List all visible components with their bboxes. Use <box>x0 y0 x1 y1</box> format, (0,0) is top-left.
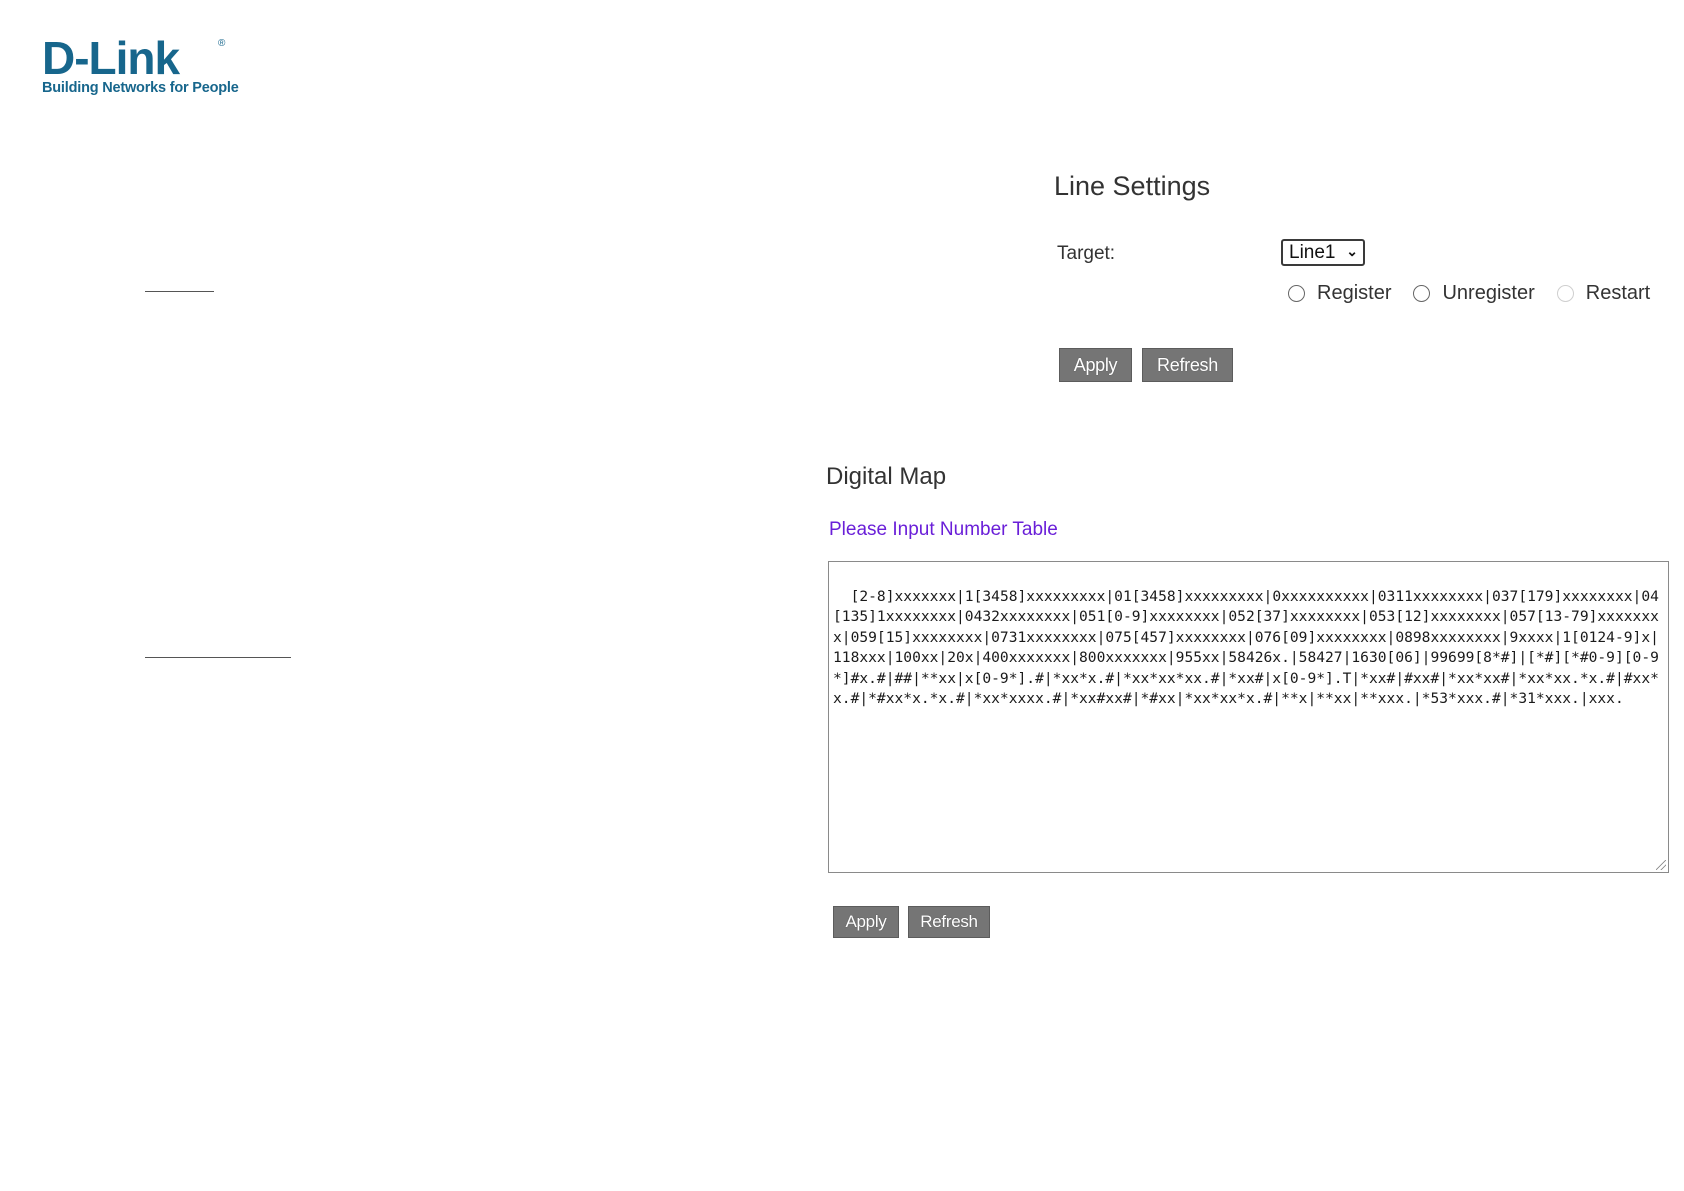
registered-mark: ® <box>218 38 226 49</box>
digital-map-value: [2-8]xxxxxxx|1[3458]xxxxxxxxx|01[3458]xx… <box>833 587 1659 708</box>
resize-grip-icon[interactable] <box>1656 860 1666 870</box>
logo-wordmark: D-Link <box>42 32 180 84</box>
unregister-radio-label[interactable]: Unregister <box>1442 282 1534 305</box>
restart-radio[interactable] <box>1556 285 1574 302</box>
register-radio-label[interactable]: Register <box>1317 282 1391 305</box>
line-settings-refresh-button[interactable]: Refresh <box>1142 348 1233 382</box>
nav-link-underline-1[interactable] <box>145 291 214 292</box>
restart-radio-label[interactable]: Restart <box>1586 282 1650 305</box>
register-radio[interactable] <box>1288 285 1305 302</box>
digital-map-refresh-button[interactable]: Refresh <box>908 906 990 938</box>
digital-map-title: Digital Map <box>826 463 947 490</box>
target-select-value: Line1 <box>1289 241 1336 263</box>
line-settings-title: Line Settings <box>1054 171 1211 201</box>
nav-link-underline-2[interactable] <box>145 657 291 658</box>
line-settings-apply-button[interactable]: Apply <box>1059 348 1132 382</box>
digital-map-apply-button[interactable]: Apply <box>833 906 899 938</box>
digital-map-textarea[interactable]: [2-8]xxxxxxx|1[3458]xxxxxxxxx|01[3458]xx… <box>828 561 1669 873</box>
number-table-hint: Please Input Number Table <box>829 519 1058 540</box>
chevron-down-icon: ⌄ <box>1346 243 1358 259</box>
dlink-logo: D-Link ® Building Networks for People <box>42 32 239 96</box>
target-label: Target: <box>1057 243 1116 264</box>
target-select[interactable]: Line1 ⌄ <box>1281 239 1365 266</box>
line-action-radios: Register Unregister Restart <box>1288 282 1650 305</box>
unregister-radio[interactable] <box>1413 285 1431 302</box>
